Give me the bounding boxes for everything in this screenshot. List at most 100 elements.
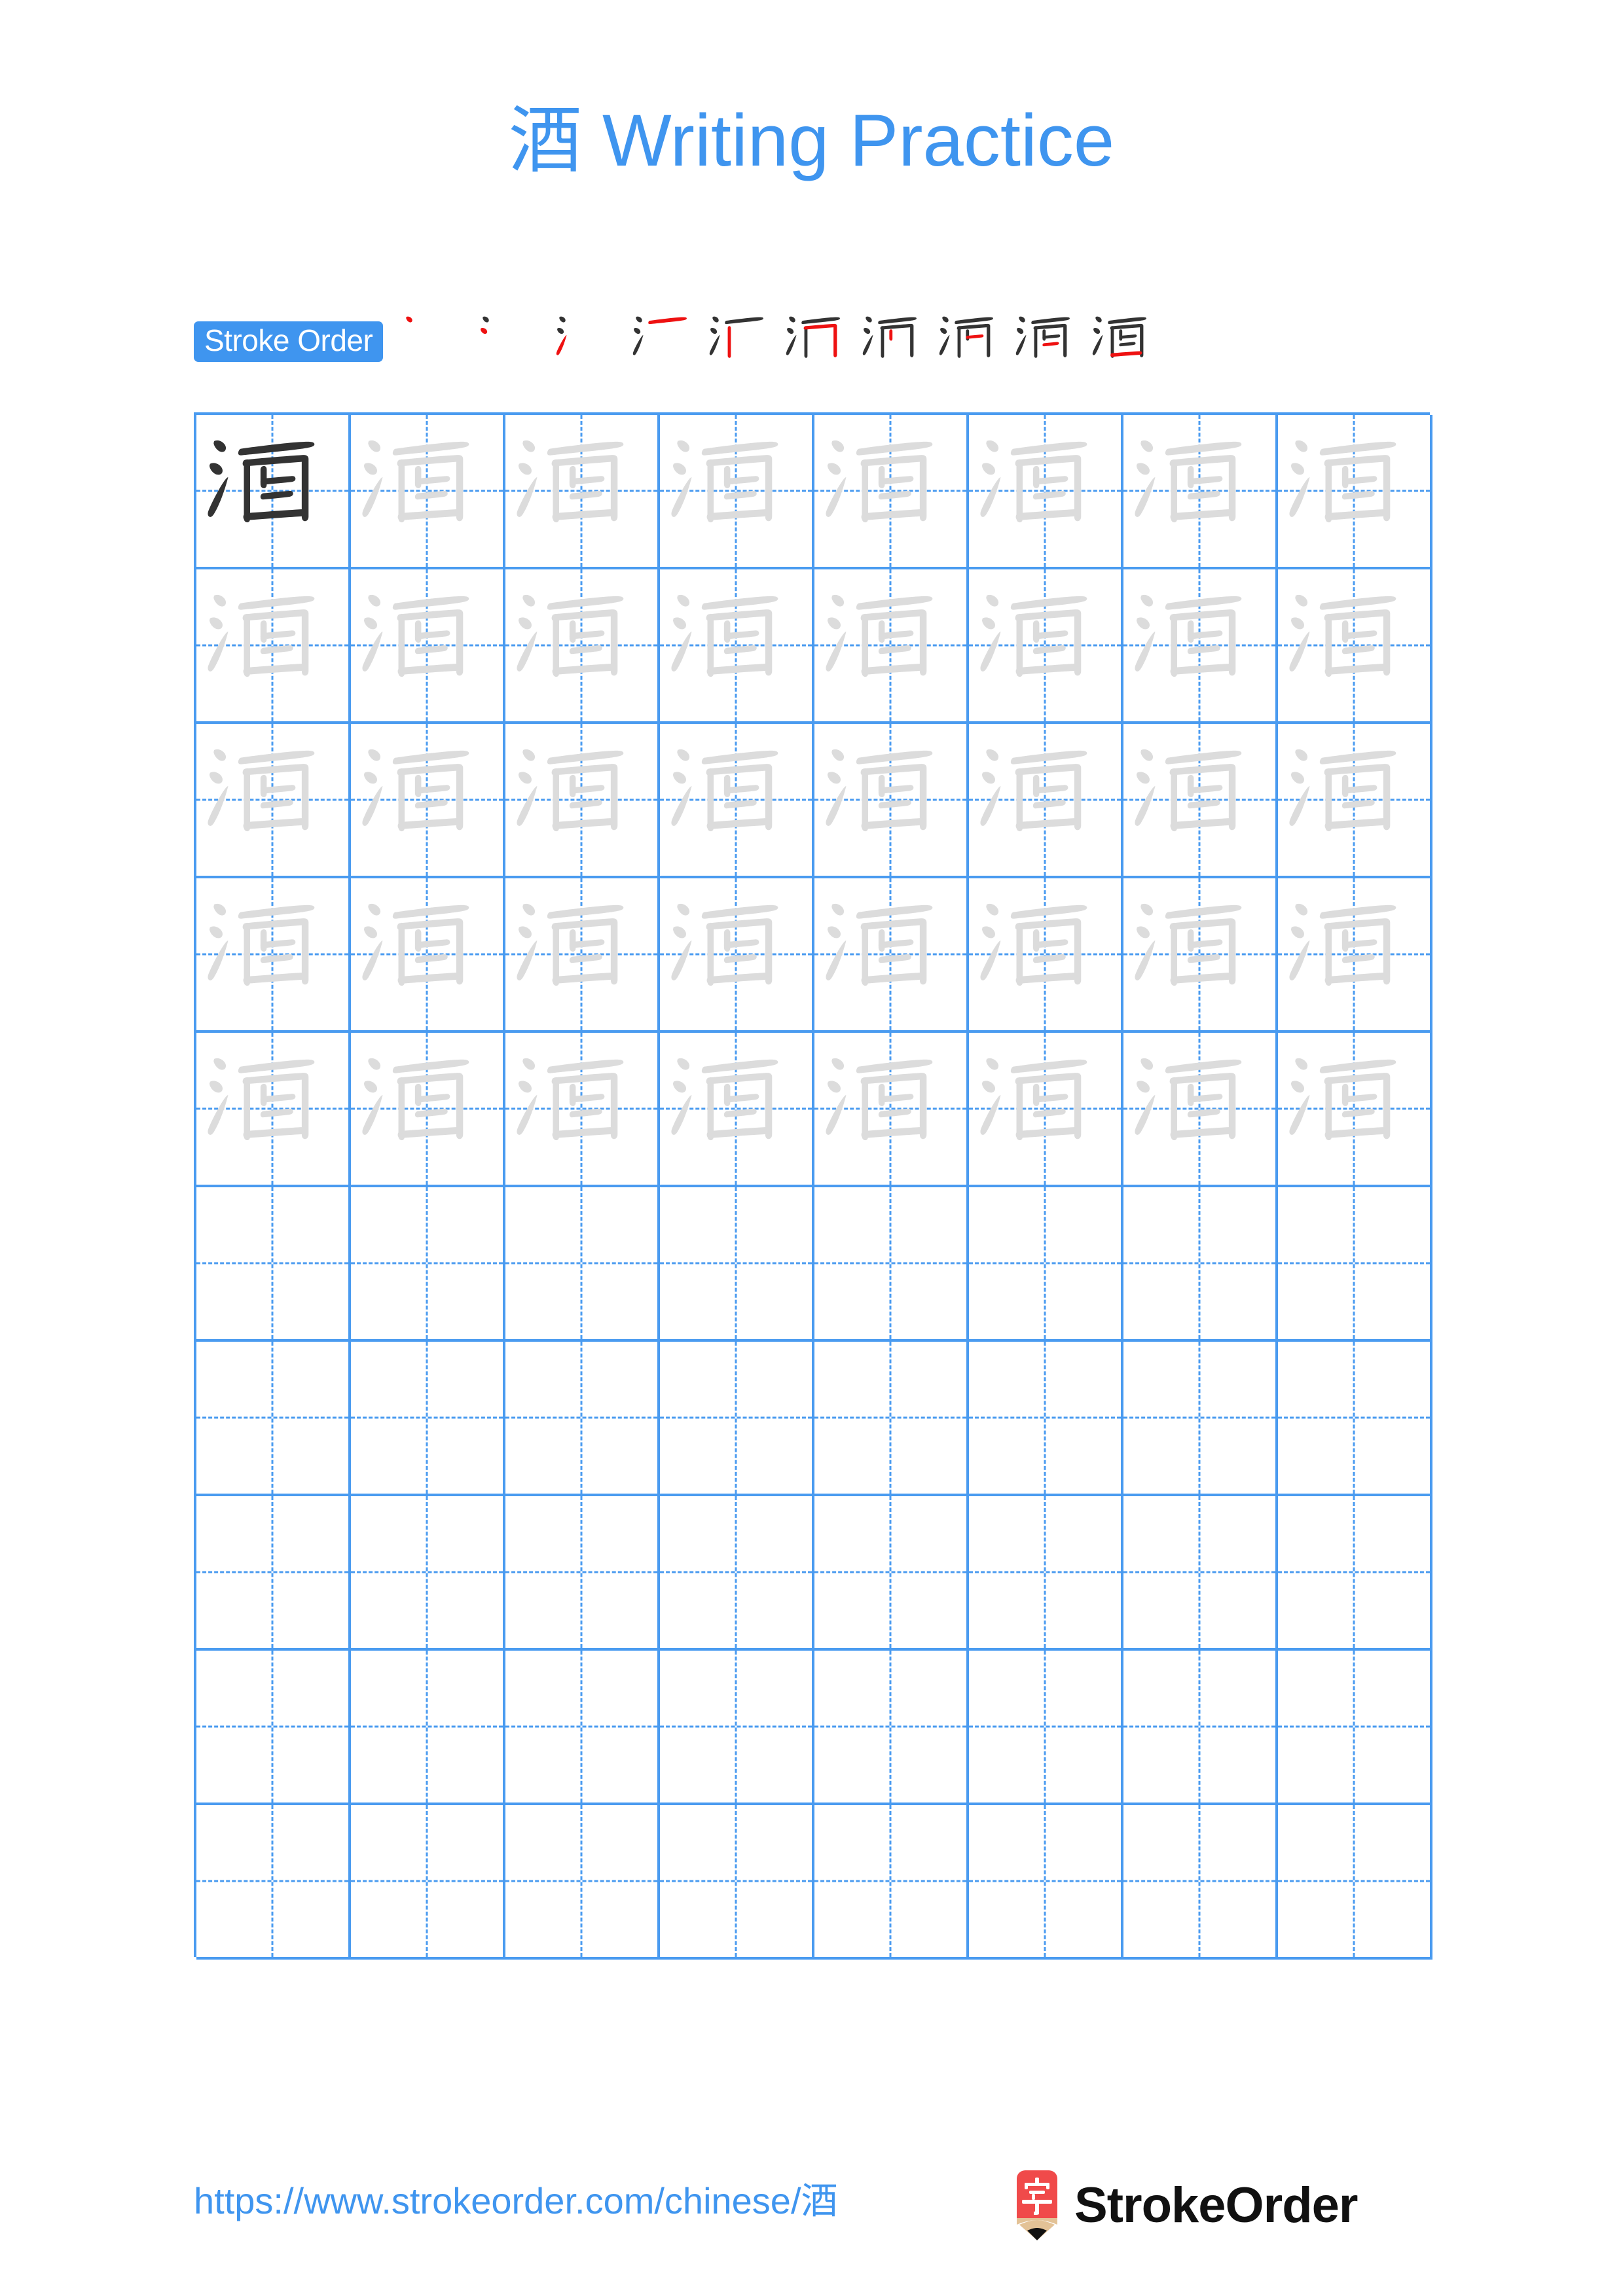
- grid-cell-r9c8[interactable]: [1278, 1651, 1432, 1803]
- grid-cell-r5c3[interactable]: [505, 1033, 660, 1185]
- grid-cell-r4c4[interactable]: [660, 878, 814, 1030]
- grid-cell-r9c1[interactable]: [196, 1651, 351, 1803]
- grid-cell-r7c5[interactable]: [814, 1342, 969, 1494]
- grid-cell-r6c6[interactable]: [969, 1187, 1123, 1339]
- grid-cell-r10c6[interactable]: [969, 1805, 1123, 1957]
- grid-cell-r8c5[interactable]: [814, 1496, 969, 1648]
- grid-cell-r5c2[interactable]: [351, 1033, 505, 1185]
- grid-cell-r5c4[interactable]: [660, 1033, 814, 1185]
- grid-cell-r6c7[interactable]: [1123, 1187, 1278, 1339]
- grid-cell-r5c5[interactable]: [814, 1033, 969, 1185]
- grid-cell-r9c3[interactable]: [505, 1651, 660, 1803]
- grid-cell-r4c5[interactable]: [814, 878, 969, 1030]
- grid-cell-r3c8[interactable]: [1278, 724, 1432, 876]
- grid-cell-r6c1[interactable]: [196, 1187, 351, 1339]
- grid-cell-r3c3[interactable]: [505, 724, 660, 876]
- grid-cell-r7c4[interactable]: [660, 1342, 814, 1494]
- grid-cell-r2c1[interactable]: [196, 569, 351, 721]
- grid-cell-r8c4[interactable]: [660, 1496, 814, 1648]
- trace-character: [196, 1033, 348, 1185]
- grid-cell-r10c5[interactable]: [814, 1805, 969, 1957]
- trace-character: [351, 724, 503, 876]
- grid-row-6: [196, 1187, 1432, 1342]
- trace-character: [969, 415, 1121, 567]
- grid-cell-r6c8[interactable]: [1278, 1187, 1432, 1339]
- grid-cell-r2c4[interactable]: [660, 569, 814, 721]
- grid-cell-r2c2[interactable]: [351, 569, 505, 721]
- grid-cell-r6c3[interactable]: [505, 1187, 660, 1339]
- source-url[interactable]: https://www.strokeorder.com/chinese/酒: [194, 2172, 838, 2225]
- grid-cell-r5c7[interactable]: [1123, 1033, 1278, 1185]
- grid-cell-r4c1[interactable]: [196, 878, 351, 1030]
- grid-cell-r10c8[interactable]: [1278, 1805, 1432, 1957]
- grid-cell-r6c5[interactable]: [814, 1187, 969, 1339]
- grid-cell-r7c8[interactable]: [1278, 1342, 1432, 1494]
- strokeorder-logo[interactable]: StrokeOrder: [1012, 2160, 1358, 2251]
- trace-character: [1123, 724, 1275, 876]
- grid-cell-r2c5[interactable]: [814, 569, 969, 721]
- stroke-step-8: [934, 304, 1010, 380]
- grid-cell-r6c2[interactable]: [351, 1187, 505, 1339]
- grid-cell-r4c6[interactable]: [969, 878, 1123, 1030]
- grid-cell-r1c5[interactable]: [814, 415, 969, 567]
- grid-cell-r5c8[interactable]: [1278, 1033, 1432, 1185]
- grid-cell-r7c2[interactable]: [351, 1342, 505, 1494]
- grid-cell-r4c8[interactable]: [1278, 878, 1432, 1030]
- grid-cell-r1c1[interactable]: [196, 415, 351, 567]
- grid-cell-r1c7[interactable]: [1123, 415, 1278, 567]
- grid-cell-r5c6[interactable]: [969, 1033, 1123, 1185]
- grid-cell-r3c6[interactable]: [969, 724, 1123, 876]
- grid-cell-r1c4[interactable]: [660, 415, 814, 567]
- grid-cell-r7c6[interactable]: [969, 1342, 1123, 1494]
- grid-row-5: [196, 1033, 1432, 1187]
- grid-cell-r3c2[interactable]: [351, 724, 505, 876]
- grid-cell-r7c1[interactable]: [196, 1342, 351, 1494]
- grid-cell-r5c1[interactable]: [196, 1033, 351, 1185]
- grid-cell-r8c6[interactable]: [969, 1496, 1123, 1648]
- grid-cell-r3c1[interactable]: [196, 724, 351, 876]
- grid-cell-r2c8[interactable]: [1278, 569, 1432, 721]
- grid-cell-r9c7[interactable]: [1123, 1651, 1278, 1803]
- grid-cell-r8c7[interactable]: [1123, 1496, 1278, 1648]
- grid-cell-r2c3[interactable]: [505, 569, 660, 721]
- grid-cell-r2c7[interactable]: [1123, 569, 1278, 721]
- grid-cell-r10c2[interactable]: [351, 1805, 505, 1957]
- grid-cell-r7c7[interactable]: [1123, 1342, 1278, 1494]
- grid-cell-r2c6[interactable]: [969, 569, 1123, 721]
- grid-cell-r9c4[interactable]: [660, 1651, 814, 1803]
- grid-cell-r3c5[interactable]: [814, 724, 969, 876]
- grid-cell-r10c7[interactable]: [1123, 1805, 1278, 1957]
- trace-character: [196, 724, 348, 876]
- trace-character: [969, 569, 1121, 721]
- grid-cell-r4c7[interactable]: [1123, 878, 1278, 1030]
- grid-cell-r10c4[interactable]: [660, 1805, 814, 1957]
- stroke-step-2: [474, 304, 551, 380]
- grid-cell-r3c4[interactable]: [660, 724, 814, 876]
- trace-character: [1278, 569, 1430, 721]
- stroke-step-list: [397, 304, 1163, 380]
- grid-cell-r1c2[interactable]: [351, 415, 505, 567]
- grid-cell-r9c2[interactable]: [351, 1651, 505, 1803]
- grid-cell-r10c3[interactable]: [505, 1805, 660, 1957]
- grid-cell-r8c3[interactable]: [505, 1496, 660, 1648]
- grid-cell-r1c6[interactable]: [969, 415, 1123, 567]
- grid-cell-r4c3[interactable]: [505, 878, 660, 1030]
- grid-cell-r8c1[interactable]: [196, 1496, 351, 1648]
- grid-cell-r9c6[interactable]: [969, 1651, 1123, 1803]
- grid-cell-r1c3[interactable]: [505, 415, 660, 567]
- grid-cell-r6c4[interactable]: [660, 1187, 814, 1339]
- trace-character: [1278, 724, 1430, 876]
- stroke-step-4: [627, 304, 704, 380]
- grid-row-4: [196, 878, 1432, 1033]
- grid-cell-r9c5[interactable]: [814, 1651, 969, 1803]
- grid-cell-r8c2[interactable]: [351, 1496, 505, 1648]
- grid-cell-r1c8[interactable]: [1278, 415, 1432, 567]
- trace-character: [505, 415, 657, 567]
- grid-cell-r4c2[interactable]: [351, 878, 505, 1030]
- trace-character: [969, 878, 1121, 1030]
- grid-cell-r8c8[interactable]: [1278, 1496, 1432, 1648]
- stroke-step-7: [857, 304, 934, 380]
- grid-cell-r7c3[interactable]: [505, 1342, 660, 1494]
- grid-cell-r10c1[interactable]: [196, 1805, 351, 1957]
- grid-cell-r3c7[interactable]: [1123, 724, 1278, 876]
